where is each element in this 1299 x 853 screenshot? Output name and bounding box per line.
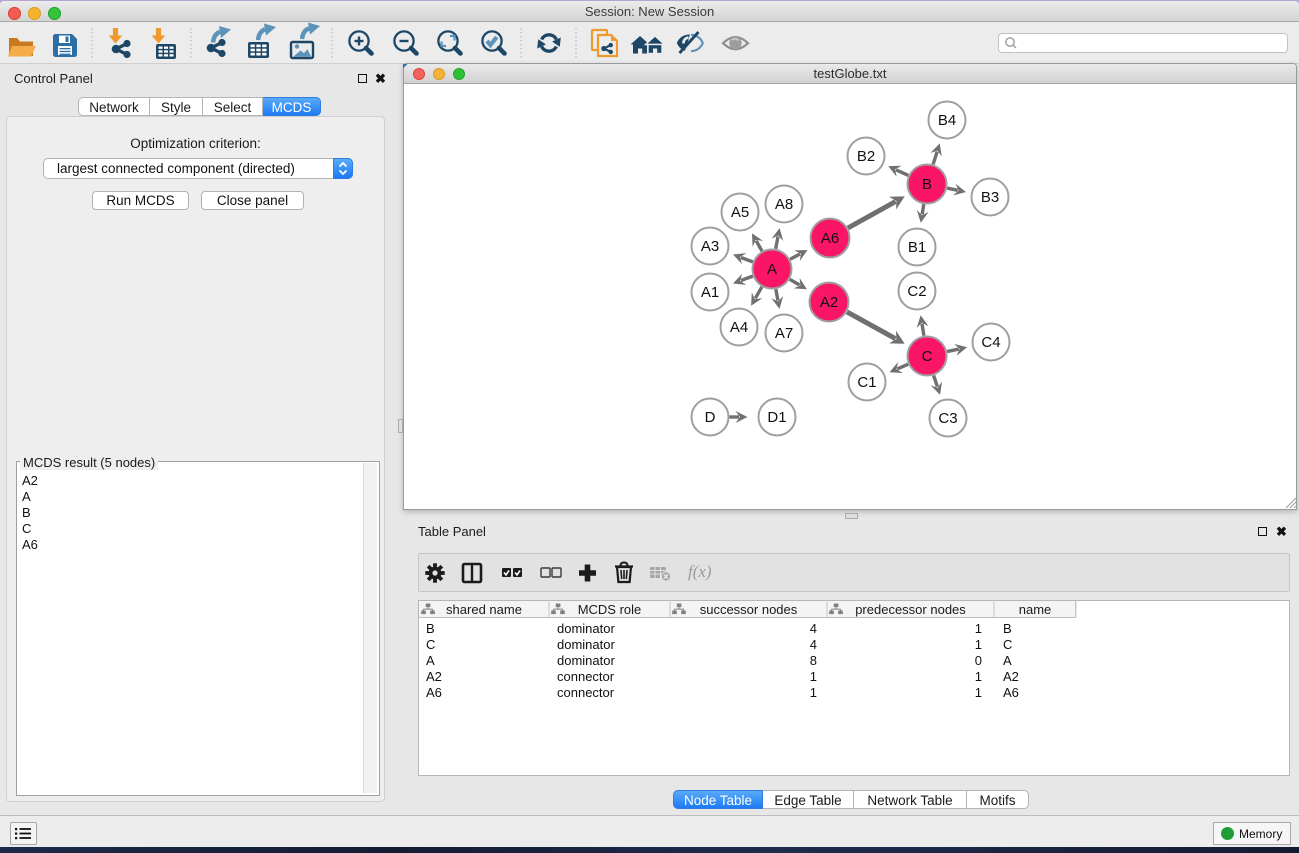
svg-text:A3: A3 (701, 238, 719, 255)
svg-text:C: C (922, 348, 933, 365)
svg-text:C1: C1 (857, 374, 876, 391)
svg-text:D1: D1 (767, 409, 786, 426)
svg-text:A4: A4 (730, 319, 748, 336)
svg-text:C4: C4 (981, 334, 1000, 351)
svg-text:C3: C3 (938, 410, 957, 427)
svg-text:A: A (767, 261, 777, 278)
svg-text:B: B (922, 176, 932, 193)
svg-text:A5: A5 (731, 204, 749, 221)
svg-text:A8: A8 (775, 196, 793, 213)
svg-text:B3: B3 (981, 189, 999, 206)
svg-text:C2: C2 (907, 283, 926, 300)
svg-text:A7: A7 (775, 325, 793, 342)
svg-text:B1: B1 (908, 239, 926, 256)
svg-text:D: D (705, 409, 716, 426)
svg-text:A6: A6 (821, 230, 839, 247)
svg-text:A2: A2 (820, 294, 838, 311)
svg-text:B2: B2 (857, 148, 875, 165)
svg-text:B4: B4 (938, 112, 956, 129)
svg-text:A1: A1 (701, 284, 719, 301)
